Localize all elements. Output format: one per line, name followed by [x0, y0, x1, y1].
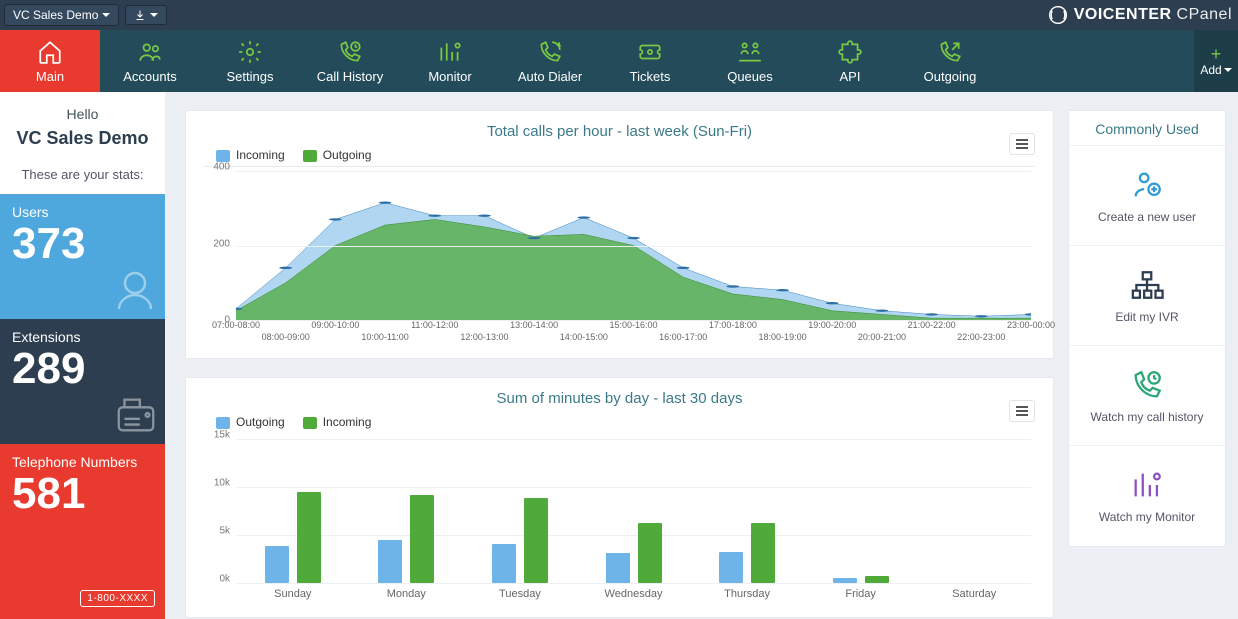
chart-legend: Incoming Outgoing — [216, 148, 1035, 162]
queue-icon — [737, 39, 763, 65]
phone-cycle-icon — [537, 39, 563, 65]
nav-label: Settings — [227, 69, 274, 84]
stat-card-extensions[interactable]: Extensions 289 — [0, 319, 165, 444]
legend-item: Outgoing — [303, 148, 372, 162]
nav-tickets[interactable]: Tickets — [600, 30, 700, 92]
action-label: Create a new user — [1098, 210, 1196, 224]
chart-card-calls-per-hour: Total calls per hour - last week (Sun-Fr… — [185, 110, 1054, 359]
user-plus-icon — [1130, 168, 1164, 202]
nav-call-history[interactable]: Call History — [300, 30, 400, 92]
greeting-name: VC Sales Demo — [6, 128, 159, 149]
right-column: Commonly Used Create a new user Edit my … — [1068, 92, 1238, 619]
stat-value: 373 — [12, 220, 153, 268]
telephone-badge: 1-800-XXXX — [80, 590, 155, 607]
stat-value: 289 — [12, 345, 153, 393]
nav-label: Tickets — [630, 69, 671, 84]
nav-settings[interactable]: Settings — [200, 30, 300, 92]
nav-label: API — [840, 69, 861, 84]
stat-label: Users — [12, 204, 153, 220]
nav-label: Outgoing — [924, 69, 977, 84]
nav-add-label: Add — [1200, 63, 1221, 77]
nav-label: Auto Dialer — [518, 69, 582, 84]
brand-sub: CPanel — [1177, 6, 1232, 23]
greeting-hello: Hello — [6, 106, 159, 122]
legend-item: Incoming — [303, 415, 372, 429]
nav-accounts[interactable]: Accounts — [100, 30, 200, 92]
greeting-stats-label: These are your stats: — [6, 167, 159, 182]
nav-auto-dialer[interactable]: Auto Dialer — [500, 30, 600, 92]
stat-label: Extensions — [12, 329, 153, 345]
clock-phone-icon — [337, 39, 363, 65]
greeting-card: Hello VC Sales Demo These are your stats… — [0, 92, 165, 194]
legend-item: Outgoing — [216, 415, 285, 429]
plus-icon: + — [1211, 45, 1222, 63]
users-icon — [137, 39, 163, 65]
phone-out-icon — [937, 39, 963, 65]
nav-label: Queues — [727, 69, 773, 84]
action-edit-ivr[interactable]: Edit my IVR — [1069, 246, 1225, 346]
chevron-down-icon — [150, 13, 158, 17]
home-icon — [37, 39, 63, 65]
commonly-used-title: Commonly Used — [1069, 111, 1225, 146]
chevron-down-icon — [1224, 68, 1232, 72]
action-create-user[interactable]: Create a new user — [1069, 146, 1225, 246]
brand-logo: VOICENTER CPanel — [1048, 5, 1232, 25]
nav-main[interactable]: Main — [0, 30, 100, 92]
monitor-icon — [1130, 468, 1164, 502]
brand-icon — [1048, 5, 1068, 25]
main-navigation: Main Accounts Settings Call History Moni… — [0, 30, 1238, 92]
brand-name: VOICENTER — [1074, 6, 1172, 23]
gear-icon — [237, 39, 263, 65]
fax-icon — [113, 392, 159, 438]
stat-value: 581 — [12, 470, 153, 518]
nav-queues[interactable]: Queues — [700, 30, 800, 92]
stat-card-telephone[interactable]: Telephone Numbers 581 1-800-XXXX — [0, 444, 165, 619]
action-call-history[interactable]: Watch my call history — [1069, 346, 1225, 446]
nav-label: Call History — [317, 69, 383, 84]
account-selector[interactable]: VC Sales Demo — [4, 4, 119, 26]
action-monitor[interactable]: Watch my Monitor — [1069, 446, 1225, 546]
hamburger-icon — [1015, 138, 1029, 150]
action-label: Watch my call history — [1091, 410, 1204, 424]
nav-add-button[interactable]: + Add — [1194, 30, 1238, 92]
area-chart: 0200400 07:00-08:0008:00-09:0009:00-10:0… — [204, 166, 1035, 346]
hamburger-icon — [1015, 405, 1029, 417]
download-icon — [134, 9, 146, 21]
commonly-used-card: Commonly Used Create a new user Edit my … — [1068, 110, 1226, 547]
nav-monitor[interactable]: Monitor — [400, 30, 500, 92]
chart-menu-button[interactable] — [1009, 133, 1035, 155]
action-label: Edit my IVR — [1115, 310, 1178, 324]
topbar: VC Sales Demo VOICENTER CPanel — [0, 0, 1238, 30]
chart-title: Total calls per hour - last week (Sun-Fr… — [204, 123, 1035, 140]
download-button[interactable] — [125, 5, 167, 25]
chart-title: Sum of minutes by day - last 30 days — [204, 390, 1035, 407]
chart-legend: Outgoing Incoming — [216, 415, 1035, 429]
ticket-icon — [637, 39, 663, 65]
chart-card-minutes-by-day: Sum of minutes by day - last 30 days Out… — [185, 377, 1054, 618]
stat-label: Telephone Numbers — [12, 454, 153, 470]
monitor-icon — [437, 39, 463, 65]
main-column: Total calls per hour - last week (Sun-Fr… — [165, 92, 1068, 619]
chevron-down-icon — [102, 13, 110, 17]
nav-label: Accounts — [123, 69, 176, 84]
nav-label: Main — [36, 69, 64, 84]
nav-label: Monitor — [428, 69, 471, 84]
chart-menu-button[interactable] — [1009, 400, 1035, 422]
legend-item: Incoming — [216, 148, 285, 162]
ivr-tree-icon — [1130, 268, 1164, 302]
action-label: Watch my Monitor — [1099, 510, 1195, 524]
account-selector-label: VC Sales Demo — [13, 8, 98, 22]
left-column: Hello VC Sales Demo These are your stats… — [0, 92, 165, 619]
user-icon — [111, 265, 159, 313]
stat-card-users[interactable]: Users 373 — [0, 194, 165, 319]
clock-phone-icon — [1130, 368, 1164, 402]
nav-outgoing[interactable]: Outgoing — [900, 30, 1000, 92]
bar-chart: 0k5k10k15k SundayMondayTuesdayWednesdayT… — [204, 435, 1035, 605]
nav-api[interactable]: API — [800, 30, 900, 92]
puzzle-icon — [837, 39, 863, 65]
